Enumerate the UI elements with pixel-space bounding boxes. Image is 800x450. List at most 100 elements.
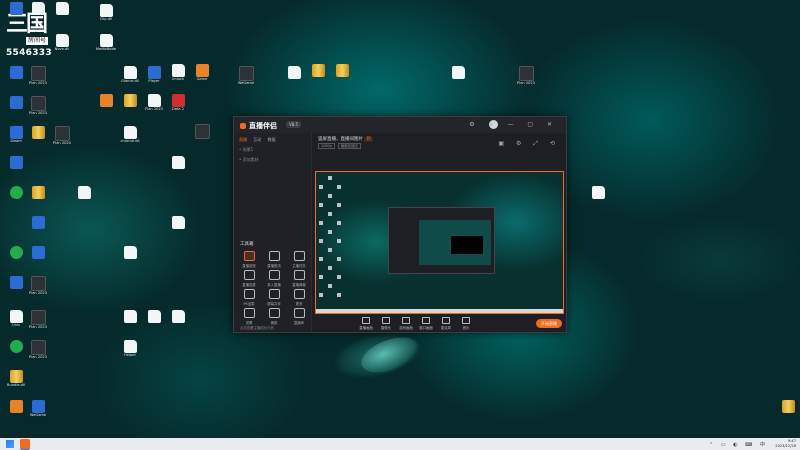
desktop-icon[interactable]: Nova.dll xyxy=(50,34,74,64)
desktop-icon[interactable]: Unix xyxy=(4,310,28,340)
dark-file-icon xyxy=(30,340,46,355)
growth-tip[interactable]: 点击查看主播成长计划 xyxy=(240,325,274,330)
room-tag: 房间号 xyxy=(26,37,49,45)
desktop-icon[interactable] xyxy=(4,340,28,370)
desktop-icon[interactable] xyxy=(4,2,28,32)
desktop-icon[interactable] xyxy=(190,124,214,154)
doc-file-icon xyxy=(147,310,161,323)
desktop-icon[interactable] xyxy=(118,310,142,340)
doc-file-icon xyxy=(123,246,137,259)
new-badge: 新 xyxy=(364,137,373,142)
desktop-icon[interactable] xyxy=(26,186,50,216)
desktop-icon[interactable] xyxy=(776,400,800,430)
desktop-icon[interactable] xyxy=(306,64,330,94)
tool-item[interactable]: 直播间 xyxy=(288,308,310,330)
desktop-icon[interactable]: Plan 2023 xyxy=(26,340,50,370)
scene-options[interactable]: 1080p 画面自适应 xyxy=(318,143,364,149)
desktop-icon[interactable] xyxy=(330,64,354,94)
desktop-icon[interactable] xyxy=(26,126,50,156)
desktop-icon[interactable]: Bundle.dll xyxy=(4,370,28,400)
desktop-icon[interactable] xyxy=(166,216,190,246)
desktop-icon[interactable] xyxy=(94,94,118,124)
source-button[interactable]: 游戏画面 xyxy=(396,317,416,330)
desktop-icon[interactable]: chrome.dll xyxy=(118,126,142,156)
desktop-icon[interactable] xyxy=(4,186,28,216)
source-button[interactable]: 麦克风 xyxy=(436,317,456,330)
desktop-icon[interactable]: Clip.dll xyxy=(94,4,118,34)
scene-row[interactable]: • 场景1 xyxy=(239,147,253,153)
desktop-icon[interactable] xyxy=(4,276,28,306)
desktop-icon[interactable] xyxy=(50,2,74,32)
desktop-icon[interactable] xyxy=(586,186,610,216)
add-source-row[interactable]: • 添加素材 xyxy=(239,157,259,163)
desktop-icon[interactable]: Plan 2023 xyxy=(142,94,166,124)
source-button[interactable]: 音乐 xyxy=(456,317,476,330)
preview-icon xyxy=(319,239,323,243)
desktop-icon-label: Plan 2023 xyxy=(145,107,163,111)
desktop-icon[interactable]: Helper xyxy=(118,340,142,370)
desktop-icon[interactable] xyxy=(166,310,190,340)
source-button[interactable]: 摄像头 xyxy=(376,317,396,330)
desktop-icon[interactable] xyxy=(26,216,50,246)
window-titlebar[interactable]: 直播伴侣 V8.5 ⚙ ≡ — ▢ ✕ xyxy=(234,117,566,133)
zip-file-icon xyxy=(335,64,349,77)
sidebar-tabs[interactable]: 直播 互动 数据 xyxy=(239,137,281,143)
dark-file-icon xyxy=(238,66,254,81)
desktop-icon[interactable] xyxy=(282,66,306,96)
desktop-icon[interactable] xyxy=(166,156,190,186)
desktop-icon[interactable]: Glance.dll xyxy=(118,66,142,96)
start-live-button[interactable]: 开始直播 xyxy=(536,319,562,328)
desktop-icon-label: MediaNode xyxy=(95,47,117,51)
system-tray[interactable]: ⌃ ▭ ◐ ⌨ 中 xyxy=(709,441,768,448)
desktop-icon[interactable] xyxy=(142,310,166,340)
desktop-icon[interactable]: Plan 2023 xyxy=(26,66,50,96)
desktop-icon-label: Plan 2023 xyxy=(29,111,47,115)
clock[interactable]: 9:47 2023/12/26 xyxy=(775,439,796,449)
source-button[interactable]: 窗口画面 xyxy=(416,317,436,330)
app-file-icon xyxy=(31,246,45,259)
doc-file-icon xyxy=(287,66,301,79)
desktop-icon[interactable] xyxy=(118,246,142,276)
source-icon xyxy=(382,317,390,324)
live-streaming-window[interactable]: 直播伴侣 V8.5 ⚙ ≡ — ▢ ✕ 直播 互动 数据 • 场景1 • 添加素… xyxy=(233,116,567,333)
desktop-icon[interactable]: WeGame xyxy=(234,66,258,96)
start-icon[interactable] xyxy=(6,440,14,448)
green-file-icon xyxy=(9,246,23,259)
desktop-icon[interactable] xyxy=(4,400,28,430)
desktop-icon[interactable]: Plan 2023 xyxy=(26,310,50,340)
desktop-icon[interactable]: Plan 2023 xyxy=(26,96,50,126)
app-logo-icon xyxy=(240,123,246,129)
desktop-icon[interactable] xyxy=(446,66,470,96)
desktop-icon[interactable] xyxy=(4,246,28,276)
desktop-icon[interactable]: Plan 2023 xyxy=(26,276,50,306)
desktop-icon[interactable] xyxy=(4,96,28,126)
tab-data[interactable]: 数据 xyxy=(268,137,276,142)
desktop-icon[interactable]: Game xyxy=(190,64,214,94)
desktop-icon[interactable] xyxy=(118,94,142,124)
tab-live[interactable]: 直播 xyxy=(239,137,247,142)
fit-select[interactable]: 画面自适应 xyxy=(337,143,361,149)
resolution-select[interactable]: 1080p xyxy=(318,143,335,149)
desktop-icon[interactable]: Unlock xyxy=(166,64,190,94)
desktop-icon[interactable]: Plan 2023 xyxy=(514,66,538,96)
tab-interact[interactable]: 互动 xyxy=(253,137,261,142)
preview-tools[interactable]: ▣ ⚙ ⤢ ⟲ xyxy=(498,140,560,148)
stream-preview[interactable] xyxy=(315,171,564,314)
desktop-icon[interactable] xyxy=(72,186,96,216)
desktop-icon[interactable]: WeGame xyxy=(26,400,50,430)
preview-icon xyxy=(328,212,332,216)
desktop-icon[interactable]: Player xyxy=(142,66,166,96)
doc-file-icon xyxy=(171,216,185,229)
taskbar-app-icon[interactable] xyxy=(20,439,30,450)
desktop-icon[interactable] xyxy=(4,66,28,96)
desktop-icon[interactable] xyxy=(4,156,28,186)
desktop-icon[interactable] xyxy=(26,246,50,276)
desktop-icon[interactable]: Dota 2 xyxy=(166,94,190,124)
window-controls[interactable]: ⚙ ≡ — ▢ ✕ xyxy=(469,121,558,128)
desktop-icon[interactable]: MediaNode xyxy=(94,34,118,64)
desktop-icon[interactable] xyxy=(26,2,50,32)
desktop-icon-label: Glance.dll xyxy=(121,79,139,83)
desktop-icon[interactable]: Steam xyxy=(4,126,28,156)
desktop-icon[interactable]: Plan 2020 xyxy=(50,126,74,156)
source-button[interactable]: 直播画面 xyxy=(356,317,376,330)
